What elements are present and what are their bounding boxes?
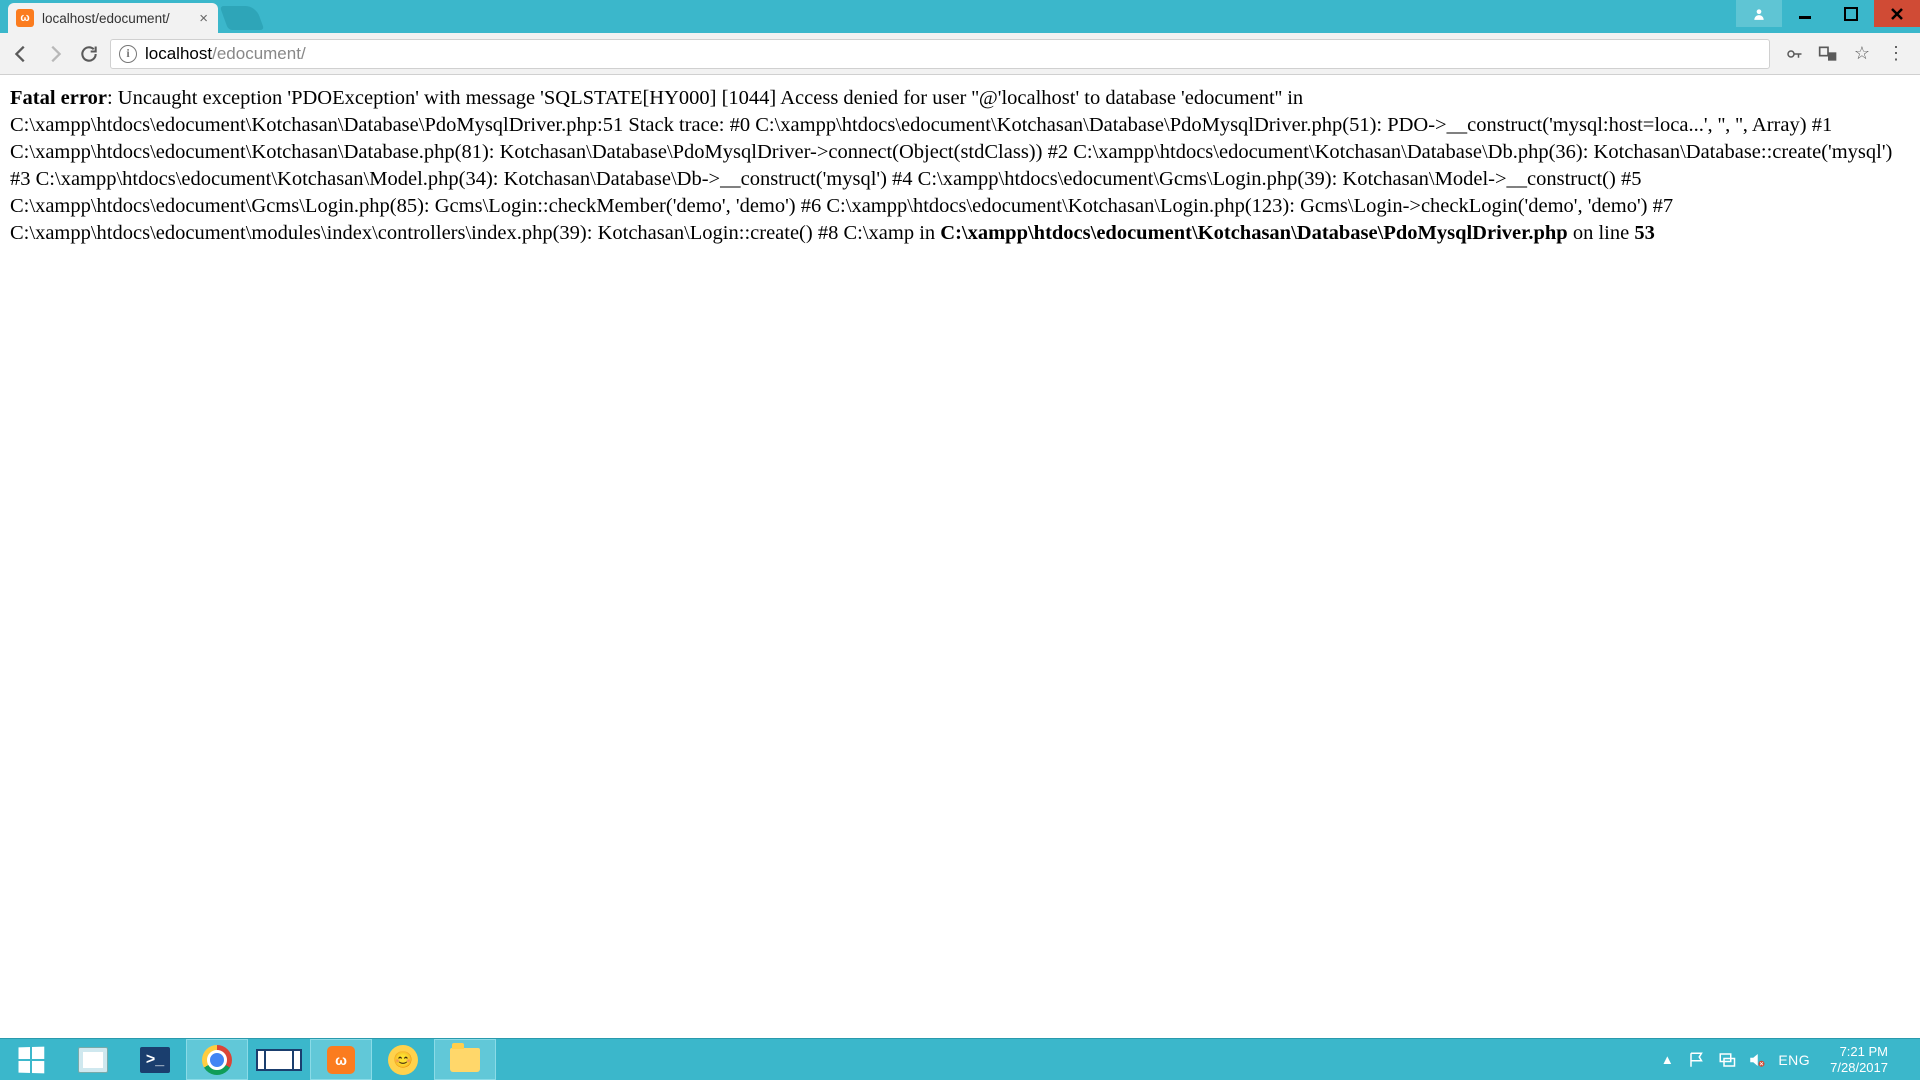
taskbar-clock[interactable]: 7:21 PM 7/28/2017 xyxy=(1822,1044,1896,1075)
error-text: Fatal error: Uncaught exception 'PDOExce… xyxy=(10,87,1892,244)
windows-logo-icon xyxy=(19,1046,45,1073)
chrome-user-button[interactable] xyxy=(1736,0,1782,27)
browser-tab-active[interactable]: ω localhost/edocument/ × xyxy=(8,3,218,33)
url-path: /edocument/ xyxy=(212,44,306,64)
language-indicator[interactable]: ENG xyxy=(1778,1052,1810,1068)
taskbar-right: ▲ ENG 7:21 PM 7/28/2017 xyxy=(1658,1039,1920,1080)
maximize-icon xyxy=(1844,7,1858,21)
windows-taskbar: >_ ω 😊 ▲ ENG 7:21 PM 7/28/2017 xyxy=(0,1038,1920,1080)
address-bar[interactable]: i localhost/edocument/ xyxy=(110,39,1770,69)
taskbar-left: >_ ω 😊 xyxy=(0,1039,496,1080)
xampp-icon: ω xyxy=(327,1046,355,1074)
window-close-button[interactable] xyxy=(1874,0,1920,27)
browser-toolbar: i localhost/edocument/ ☆ ⋮ xyxy=(0,33,1920,75)
forward-button[interactable] xyxy=(42,41,68,67)
taskbar-chrome[interactable] xyxy=(186,1039,248,1080)
reload-icon xyxy=(79,44,99,64)
powershell-icon: >_ xyxy=(140,1047,170,1073)
saved-password-icon[interactable] xyxy=(1784,44,1804,64)
site-info-icon[interactable]: i xyxy=(119,45,137,63)
error-online: on line xyxy=(1568,222,1635,244)
back-button[interactable] xyxy=(8,41,34,67)
tray-arrow-icon[interactable]: ▲ xyxy=(1658,1051,1676,1069)
window-maximize-button[interactable] xyxy=(1828,0,1874,27)
translate-icon[interactable] xyxy=(1818,44,1838,64)
task-view-icon xyxy=(264,1049,294,1071)
reload-button[interactable] xyxy=(76,41,102,67)
start-button[interactable] xyxy=(0,1039,62,1080)
taskbar-powershell[interactable]: >_ xyxy=(124,1039,186,1080)
bookmark-icon[interactable]: ☆ xyxy=(1852,44,1872,64)
smiley-icon: 😊 xyxy=(388,1045,418,1075)
new-tab-button[interactable] xyxy=(220,6,265,30)
tab-title: localhost/edocument/ xyxy=(42,11,189,26)
window-controls xyxy=(1736,0,1920,27)
clock-time: 7:21 PM xyxy=(1830,1044,1888,1060)
close-tab-icon[interactable]: × xyxy=(199,11,208,26)
xampp-favicon-icon: ω xyxy=(16,9,34,27)
window-minimize-button[interactable] xyxy=(1782,0,1828,27)
error-line: 53 xyxy=(1634,222,1655,244)
taskbar-taskview[interactable] xyxy=(248,1039,310,1080)
taskbar-smiley[interactable]: 😊 xyxy=(372,1039,434,1080)
error-body: : Uncaught exception 'PDOException' with… xyxy=(10,87,1892,244)
network-icon[interactable] xyxy=(1718,1051,1736,1069)
action-center-flag-icon[interactable] xyxy=(1688,1051,1706,1069)
chrome-icon xyxy=(202,1045,232,1075)
page-content: Fatal error: Uncaught exception 'PDOExce… xyxy=(0,75,1920,1038)
url-host: localhost xyxy=(145,44,212,64)
toolbar-right-icons: ☆ ⋮ xyxy=(1778,44,1912,64)
chrome-menu-icon[interactable]: ⋮ xyxy=(1886,44,1906,64)
folder-icon xyxy=(450,1048,480,1072)
error-file: C:\xampp\htdocs\edocument\Kotchasan\Data… xyxy=(940,222,1567,244)
clock-date: 7/28/2017 xyxy=(1830,1060,1888,1076)
file-explorer-icon xyxy=(78,1047,108,1073)
user-icon xyxy=(1752,7,1766,21)
browser-titlebar: ω localhost/edocument/ × xyxy=(0,0,1920,33)
arrow-left-icon xyxy=(10,43,32,65)
volume-icon[interactable] xyxy=(1748,1051,1766,1069)
taskbar-xampp[interactable]: ω xyxy=(310,1039,372,1080)
minimize-icon xyxy=(1798,7,1812,21)
error-label: Fatal error xyxy=(10,87,107,109)
taskbar-file-explorer[interactable] xyxy=(62,1039,124,1080)
arrow-right-icon xyxy=(44,43,66,65)
taskbar-folder[interactable] xyxy=(434,1039,496,1080)
close-icon xyxy=(1890,7,1904,21)
